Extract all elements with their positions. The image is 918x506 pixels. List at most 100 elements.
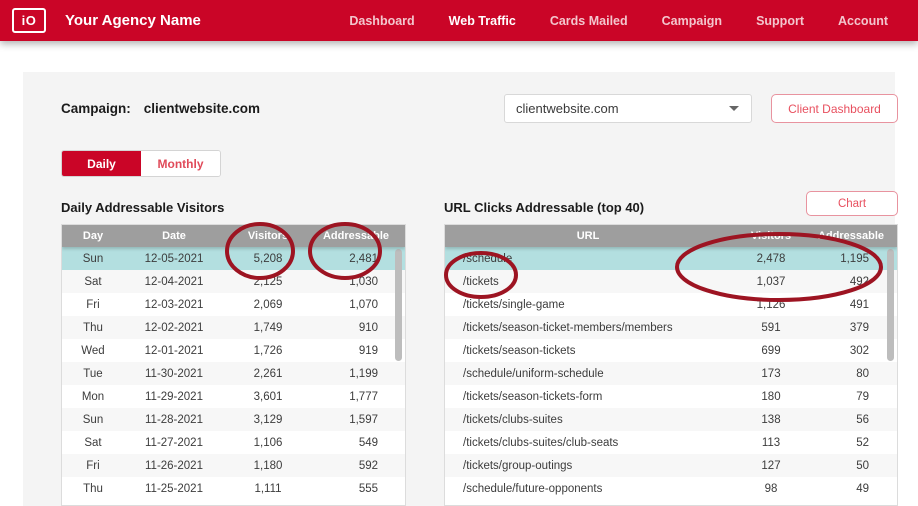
table-body: Sun 12-05-2021 5,208 2,481 Sat 12-04-2021 2,12… — [62, 247, 405, 500]
cell-date: 11-30-2021 — [145, 367, 203, 380]
cell-visitors: 1,726 — [253, 344, 283, 357]
table-row[interactable]: Sun 12-05-2021 5,208 2,481 — [62, 247, 405, 270]
cell-visitors: 1,037 — [756, 275, 786, 288]
cell-day: Tue — [83, 367, 103, 380]
nav-link-cards-mailed[interactable]: Cards Mailed — [533, 14, 645, 28]
cell-url: /tickets/season-tickets — [463, 344, 576, 357]
cell-url: /schedule/uniform-schedule — [463, 367, 604, 380]
cell-addressable: 910 — [358, 321, 378, 334]
right-panel-title: URL Clicks Addressable (top 40) — [444, 200, 645, 215]
cell-url: /tickets/clubs-suites — [463, 413, 563, 426]
column-header-addressable[interactable]: Addressable — [811, 225, 891, 247]
cell-day: Sun — [82, 252, 104, 265]
chevron-down-icon — [729, 106, 739, 111]
period-toggle-monthly[interactable]: Monthly — [141, 151, 220, 176]
cell-addressable: 492 — [849, 275, 869, 288]
table-row[interactable]: /tickets/season-tickets-form 180 79 — [445, 385, 897, 408]
left-table-scrollbar[interactable] — [395, 249, 402, 499]
column-header-visitors[interactable]: Visitors — [731, 225, 811, 247]
table-row[interactable]: Thu 11-25-2021 1,111 555 — [62, 477, 405, 500]
cell-addressable: 79 — [856, 390, 869, 403]
cell-addressable: 379 — [849, 321, 869, 334]
nav-link-campaign[interactable]: Campaign — [645, 14, 739, 28]
cell-day: Mon — [81, 390, 105, 403]
cell-url: /tickets/clubs-suites/club-seats — [463, 436, 619, 449]
cell-visitors: 113 — [761, 436, 781, 449]
cell-visitors: 2,261 — [253, 367, 283, 380]
column-header-visitors[interactable]: Visitors — [224, 225, 312, 247]
cell-visitors: 173 — [761, 367, 781, 380]
scrollbar-thumb[interactable] — [395, 249, 402, 361]
cell-date: 11-27-2021 — [145, 436, 203, 449]
cell-visitors: 2,069 — [253, 298, 283, 311]
cell-url: /tickets/season-tickets-form — [463, 390, 603, 403]
cell-day: Sat — [84, 275, 102, 288]
period-toggle-daily[interactable]: Daily — [62, 151, 141, 176]
campaign-value: clientwebsite.com — [143, 101, 261, 116]
table-row[interactable]: Fri 12-03-2021 2,069 1,070 — [62, 293, 405, 316]
client-dashboard-button[interactable]: Client Dashboard — [771, 94, 898, 123]
cell-addressable: 555 — [358, 482, 378, 495]
scrollbar-thumb[interactable] — [887, 249, 894, 361]
table-row[interactable]: Thu 12-02-2021 1,749 910 — [62, 316, 405, 339]
nav-link-account[interactable]: Account — [821, 14, 918, 28]
cell-visitors: 1,126 — [756, 298, 786, 311]
table-row[interactable]: Wed 12-01-2021 1,726 919 — [62, 339, 405, 362]
column-header-day[interactable]: Day — [62, 225, 124, 247]
cell-visitors: 591 — [761, 321, 781, 334]
cell-addressable: 56 — [856, 413, 869, 426]
column-header-url[interactable]: URL — [445, 225, 731, 247]
chart-button[interactable]: Chart — [806, 191, 898, 216]
table-row[interactable]: Sat 12-04-2021 2,125 1,030 — [62, 270, 405, 293]
right-table-scrollbar[interactable] — [887, 249, 894, 499]
cell-visitors: 180 — [761, 390, 781, 403]
table-row[interactable]: Mon 11-29-2021 3,601 1,777 — [62, 385, 405, 408]
table-row[interactable]: /tickets 1,037 492 — [445, 270, 897, 293]
table-row[interactable]: /schedule 2,478 1,195 — [445, 247, 897, 270]
cell-addressable: 302 — [849, 344, 869, 357]
cell-visitors: 98 — [764, 482, 778, 495]
table-row[interactable]: /tickets/season-tickets 699 302 — [445, 339, 897, 362]
cell-day: Sun — [82, 413, 104, 426]
cell-day: Fri — [86, 298, 100, 311]
table-row[interactable]: /schedule/uniform-schedule 173 80 — [445, 362, 897, 385]
nav-link-web-traffic[interactable]: Web Traffic — [432, 14, 533, 28]
cell-date: 11-28-2021 — [145, 413, 203, 426]
cell-visitors: 2,478 — [756, 252, 786, 265]
table-row[interactable]: /tickets/single-game 1,126 491 — [445, 293, 897, 316]
table-row[interactable]: Sun 11-28-2021 3,129 1,597 — [62, 408, 405, 431]
cell-date: 12-04-2021 — [144, 275, 204, 288]
app-root: iO Your Agency Name Dashboard Web Traffi… — [0, 0, 918, 506]
content-panel: Campaign: clientwebsite.com clientwebsit… — [23, 72, 898, 506]
table-row[interactable]: /tickets/group-outings 127 50 — [445, 454, 897, 477]
cell-visitors: 1,749 — [253, 321, 283, 334]
cell-visitors: 138 — [761, 413, 781, 426]
cell-url: /tickets/season-ticket-members/members — [463, 321, 673, 334]
site-select[interactable]: clientwebsite.com — [504, 94, 752, 123]
table-row[interactable]: Fri 11-26-2021 1,180 592 — [62, 454, 405, 477]
table-row[interactable]: /tickets/clubs-suites/club-seats 113 52 — [445, 431, 897, 454]
column-header-addressable[interactable]: Addressable — [312, 225, 400, 247]
brand-title: Your Agency Name — [65, 12, 201, 29]
cell-day: Fri — [86, 459, 100, 472]
cell-url: /schedule — [463, 252, 513, 265]
nav-link-support[interactable]: Support — [739, 14, 821, 28]
site-select-value: clientwebsite.com — [516, 101, 619, 116]
nav-link-dashboard[interactable]: Dashboard — [332, 14, 431, 28]
cell-day: Thu — [83, 482, 103, 495]
top-navigation-bar: iO Your Agency Name Dashboard Web Traffi… — [0, 0, 918, 41]
cell-addressable: 49 — [856, 482, 869, 495]
table-row[interactable]: /tickets/season-ticket-members/members 59… — [445, 316, 897, 339]
cell-addressable: 1,070 — [349, 298, 378, 311]
cell-visitors: 2,125 — [253, 275, 283, 288]
agency-logo-icon[interactable]: iO — [12, 8, 46, 33]
cell-date: 11-25-2021 — [145, 482, 203, 495]
cell-addressable: 1,195 — [840, 252, 869, 265]
table-row[interactable]: /tickets/clubs-suites 138 56 — [445, 408, 897, 431]
table-row[interactable]: Tue 11-30-2021 2,261 1,199 — [62, 362, 405, 385]
table-row[interactable]: Sat 11-27-2021 1,106 549 — [62, 431, 405, 454]
column-header-date[interactable]: Date — [124, 225, 224, 247]
table-row[interactable]: /schedule/future-opponents 98 49 — [445, 477, 897, 500]
logo-text: iO — [21, 13, 37, 28]
cell-visitors: 3,601 — [253, 390, 283, 403]
